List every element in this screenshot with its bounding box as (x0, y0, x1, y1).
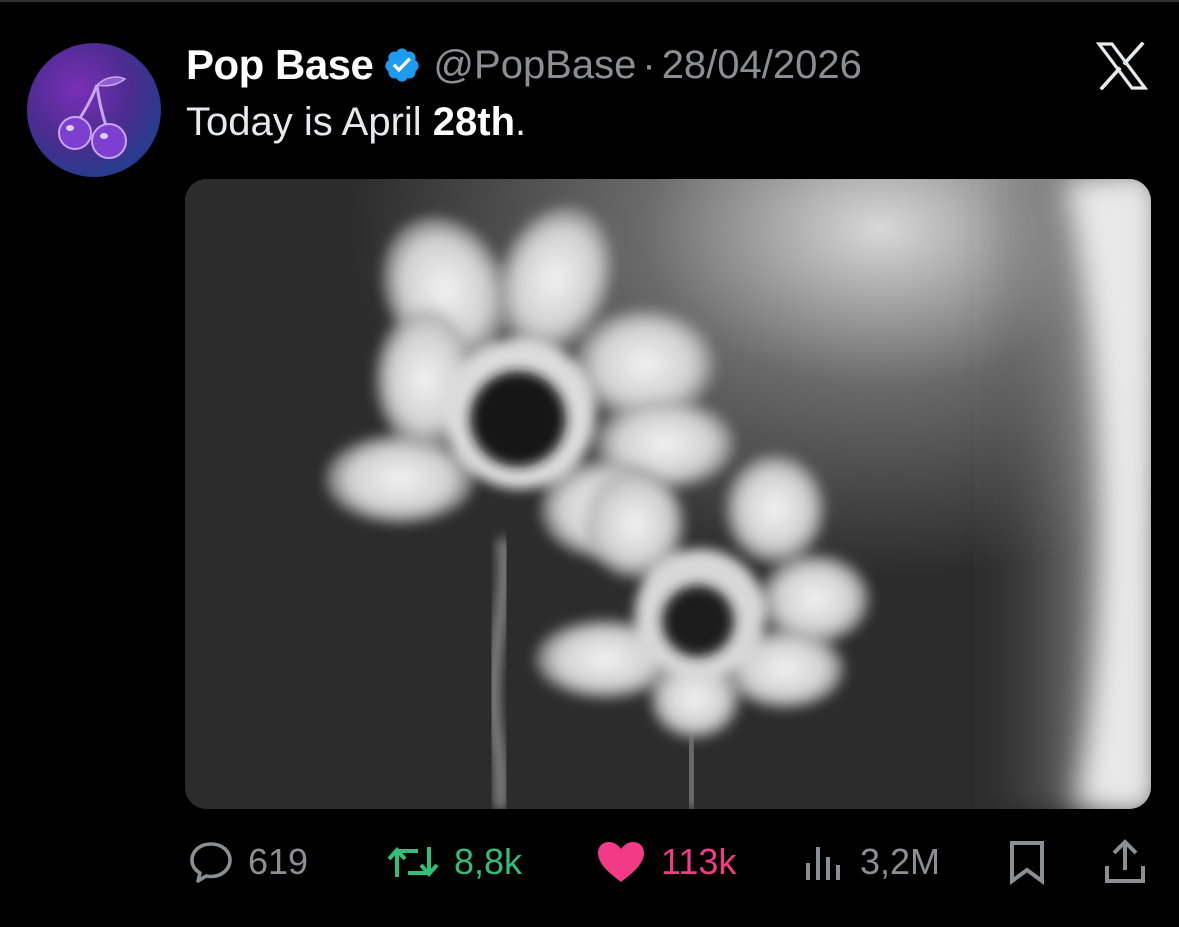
top-divider (0, 0, 1179, 2)
tweet-photo[interactable] (185, 179, 1151, 809)
share-button[interactable] (1102, 835, 1148, 889)
retweet-count: 8,8k (454, 841, 523, 882)
reply-button[interactable]: 619 (188, 835, 308, 889)
reply-count: 619 (248, 841, 309, 882)
x-logo-icon (1096, 42, 1148, 90)
tweet-text-bold: 28th (432, 100, 516, 144)
retweet-button[interactable]: 8,8k (386, 835, 522, 889)
author-handle[interactable]: @PopBase (433, 43, 636, 88)
cherries-icon (58, 76, 127, 159)
view-count: 3,2M (860, 841, 941, 882)
tweet-text-suffix: . (515, 100, 527, 144)
tweet-header: Pop Base @PopBase · 28/04/2026 (186, 40, 862, 90)
views-icon (806, 847, 840, 880)
tweet-date[interactable]: 28/04/2026 (662, 43, 862, 88)
retweet-icon (387, 846, 439, 878)
share-icon (1105, 839, 1145, 883)
tweet-text-prefix: Today is April (186, 100, 433, 144)
verified-badge-icon (385, 48, 420, 82)
flowers-photo (185, 179, 1151, 809)
comment-icon (190, 842, 232, 883)
like-count: 113k (661, 841, 737, 882)
bookmark-icon (1010, 841, 1044, 885)
heart-icon (598, 842, 644, 882)
tweet-actions: 619 8,8k 113k 3,2M (0, 835, 1179, 889)
tweet-text: Today is April 28th. (186, 100, 526, 145)
author-name[interactable]: Pop Base (186, 41, 374, 89)
header-separator: · (642, 42, 656, 87)
views-button[interactable]: 3,2M (800, 835, 940, 889)
like-button[interactable]: 113k (595, 835, 736, 889)
bookmark-button[interactable] (1006, 835, 1048, 889)
avatar[interactable] (27, 43, 161, 177)
